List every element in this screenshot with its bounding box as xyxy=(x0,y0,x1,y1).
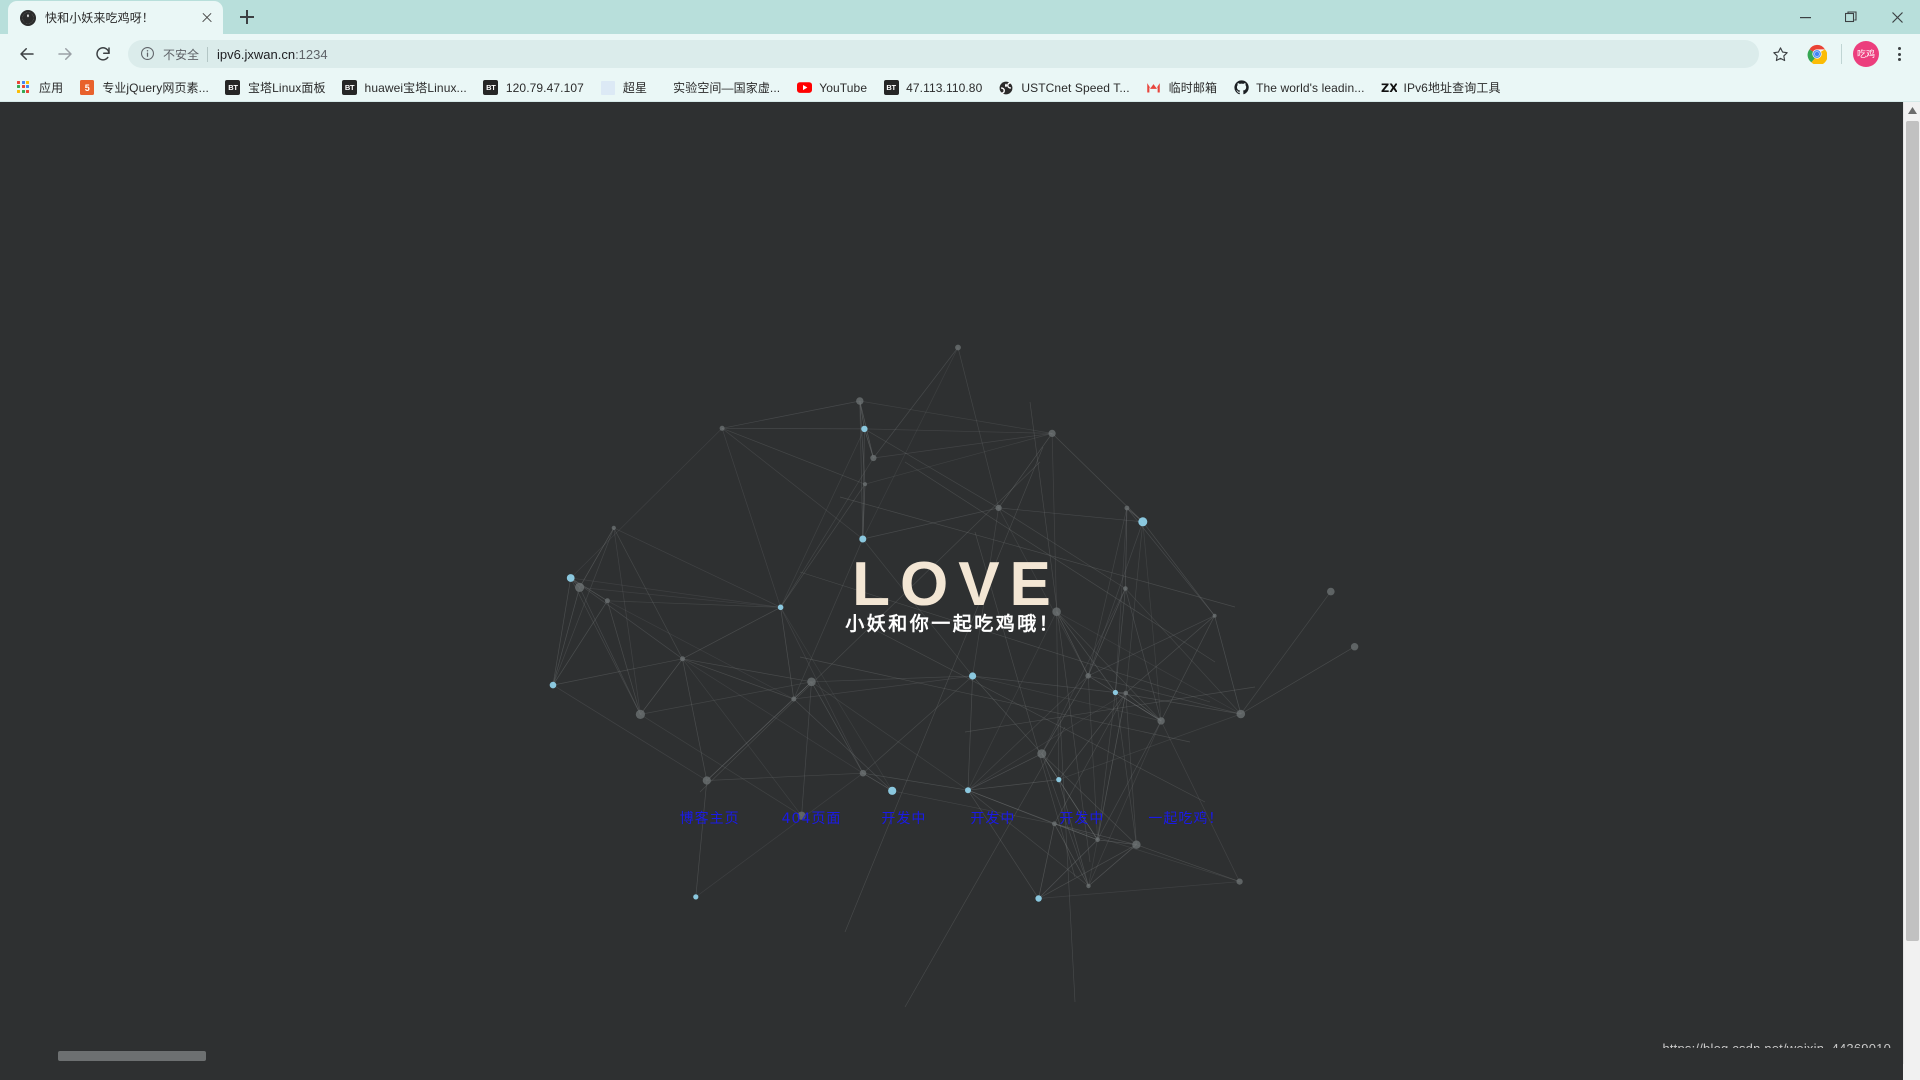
bookmark-label: huawei宝塔Linux... xyxy=(364,81,467,95)
chrome-profile-icon[interactable] xyxy=(1804,41,1830,67)
bookmark-item[interactable]: BT 47.113.110.80 xyxy=(875,77,990,99)
bookmark-item[interactable]: BT huawei宝塔Linux... xyxy=(334,77,475,99)
tab-strip: 快和小妖来吃鸡呀！ xyxy=(0,0,1920,34)
close-icon[interactable] xyxy=(1874,0,1920,34)
apps-grid-icon xyxy=(16,80,32,96)
kebab-menu-icon[interactable] xyxy=(1886,41,1912,67)
vertical-scrollbar-thumb[interactable] xyxy=(1906,121,1919,941)
bookmark-item[interactable]: 超星 xyxy=(592,77,655,99)
bt-icon: BT xyxy=(342,80,358,96)
url-host: ipv6.jxwan.cn xyxy=(217,46,296,62)
horizontal-scrollbar[interactable] xyxy=(0,1048,1903,1064)
url-port: :1234 xyxy=(295,46,328,62)
browser-window: 快和小妖来吃鸡呀！ 不安全 ipv6.jxwan.cn:1234 吃鸡 应用 5… xyxy=(0,0,1920,1080)
bookmark-item[interactable]: 实验空间—国家虚... xyxy=(655,77,788,99)
github-icon xyxy=(1233,80,1249,96)
kebab-dot xyxy=(1897,52,1901,56)
star-icon[interactable] xyxy=(1767,41,1793,67)
bookmark-label: 专业jQuery网页素... xyxy=(102,81,209,95)
bookmark-apps[interactable]: 应用 xyxy=(8,77,71,99)
bookmark-label: 120.79.47.107 xyxy=(505,80,584,95)
globe-icon xyxy=(998,80,1014,96)
page-subtitle: 小妖和你一起吃鸡哦！ xyxy=(845,613,1061,635)
new-tab-button[interactable] xyxy=(233,3,261,31)
html5-icon: 5 xyxy=(79,80,95,96)
nav-link-wip-3[interactable]: 开发中 xyxy=(1059,808,1104,828)
kebab-dot xyxy=(1897,58,1901,62)
omnibox-divider xyxy=(207,46,209,62)
nav-link-play-together[interactable]: 一起吃鸡！ xyxy=(1148,808,1223,828)
back-button-icon[interactable] xyxy=(12,39,42,69)
bookmark-item[interactable]: ZX IPv6地址查询工具 xyxy=(1373,77,1509,99)
bookmarks-bar: 应用 5 专业jQuery网页素... BT 宝塔Linux面板 BT huaw… xyxy=(0,74,1920,102)
page-canvas: LOVE 小妖和你一起吃鸡哦！ 博客主页 404页面 开发中 开发中 开发中 一… xyxy=(0,102,1903,1064)
bt-icon: BT xyxy=(883,80,899,96)
security-status-label: 不安全 xyxy=(163,47,200,62)
minimize-icon[interactable] xyxy=(1782,0,1828,34)
info-circle-icon[interactable] xyxy=(140,46,156,62)
avatar[interactable]: 吃鸡 xyxy=(1853,41,1879,67)
bookmark-item[interactable]: 5 专业jQuery网页素... xyxy=(71,77,217,99)
nav-link-wip-2[interactable]: 开发中 xyxy=(970,808,1015,828)
url-text: ipv6.jxwan.cn:1234 xyxy=(217,47,328,62)
address-bar[interactable]: 不安全 ipv6.jxwan.cn:1234 xyxy=(128,40,1759,68)
svg-text:ZX: ZX xyxy=(1381,81,1397,95)
zx-icon: ZX xyxy=(1381,80,1397,96)
bookmark-label: 47.113.110.80 xyxy=(906,80,983,95)
bookmark-label: 实验空间—国家虚... xyxy=(673,81,781,95)
page-viewport: LOVE 小妖和你一起吃鸡哦！ 博客主页 404页面 开发中 开发中 开发中 一… xyxy=(0,102,1920,1080)
bookmark-label: IPv6地址查询工具 xyxy=(1403,81,1501,95)
bookmark-label: 临时邮箱 xyxy=(1168,81,1218,95)
bookmark-label: The world's leadin... xyxy=(1256,80,1365,95)
bookmark-item[interactable]: BT 120.79.47.107 xyxy=(475,77,592,99)
tab-title: 快和小妖来吃鸡呀！ xyxy=(45,11,154,25)
nav-link-404[interactable]: 404页面 xyxy=(782,808,842,828)
youtube-icon xyxy=(796,80,812,96)
bookmark-item[interactable]: BT 宝塔Linux面板 xyxy=(217,77,334,99)
window-controls xyxy=(1782,0,1920,34)
browser-tab[interactable]: 快和小妖来吃鸡呀！ xyxy=(8,1,223,34)
avatar-label: 吃鸡 xyxy=(1856,48,1875,59)
kebab-dot xyxy=(1897,46,1901,50)
blank-page-icon xyxy=(600,80,616,96)
close-icon[interactable] xyxy=(199,10,215,26)
bookmark-label: 超星 xyxy=(622,81,648,95)
bookmark-label: 应用 xyxy=(39,81,64,95)
bookmark-item[interactable]: The world's leadin... xyxy=(1225,77,1372,99)
forward-button-icon[interactable] xyxy=(50,39,80,69)
vertical-scrollbar[interactable] xyxy=(1903,102,1920,1080)
m-icon xyxy=(1146,80,1162,96)
horizontal-scrollbar-thumb[interactable] xyxy=(58,1051,206,1061)
page-nav-links: 博客主页 404页面 开发中 开发中 开发中 一起吃鸡！ xyxy=(0,808,1903,828)
nav-link-wip-1[interactable]: 开发中 xyxy=(881,808,926,828)
scrollbar-corner xyxy=(1903,1064,1920,1080)
bt-icon: BT xyxy=(225,80,241,96)
scroll-up-arrow-icon[interactable] xyxy=(1904,102,1920,119)
bookmark-label: USTCnet Speed T... xyxy=(1021,80,1130,95)
page-title: LOVE xyxy=(852,550,1061,619)
bookmark-item[interactable]: USTCnet Speed T... xyxy=(990,77,1137,99)
nav-link-blog-home[interactable]: 博客主页 xyxy=(680,808,740,828)
bookmark-item[interactable]: YouTube xyxy=(788,77,875,99)
bookmark-label: YouTube xyxy=(819,80,868,95)
browser-toolbar: 不安全 ipv6.jxwan.cn:1234 吃鸡 xyxy=(0,34,1920,74)
bookmark-label: 宝塔Linux面板 xyxy=(247,81,326,95)
maximize-icon[interactable] xyxy=(1828,0,1874,34)
toolbar-divider xyxy=(1841,44,1842,64)
globe-icon xyxy=(20,9,36,26)
bt-icon: BT xyxy=(483,80,499,96)
reload-button-icon[interactable] xyxy=(88,39,118,69)
bookmark-item[interactable]: 临时邮箱 xyxy=(1138,77,1225,99)
